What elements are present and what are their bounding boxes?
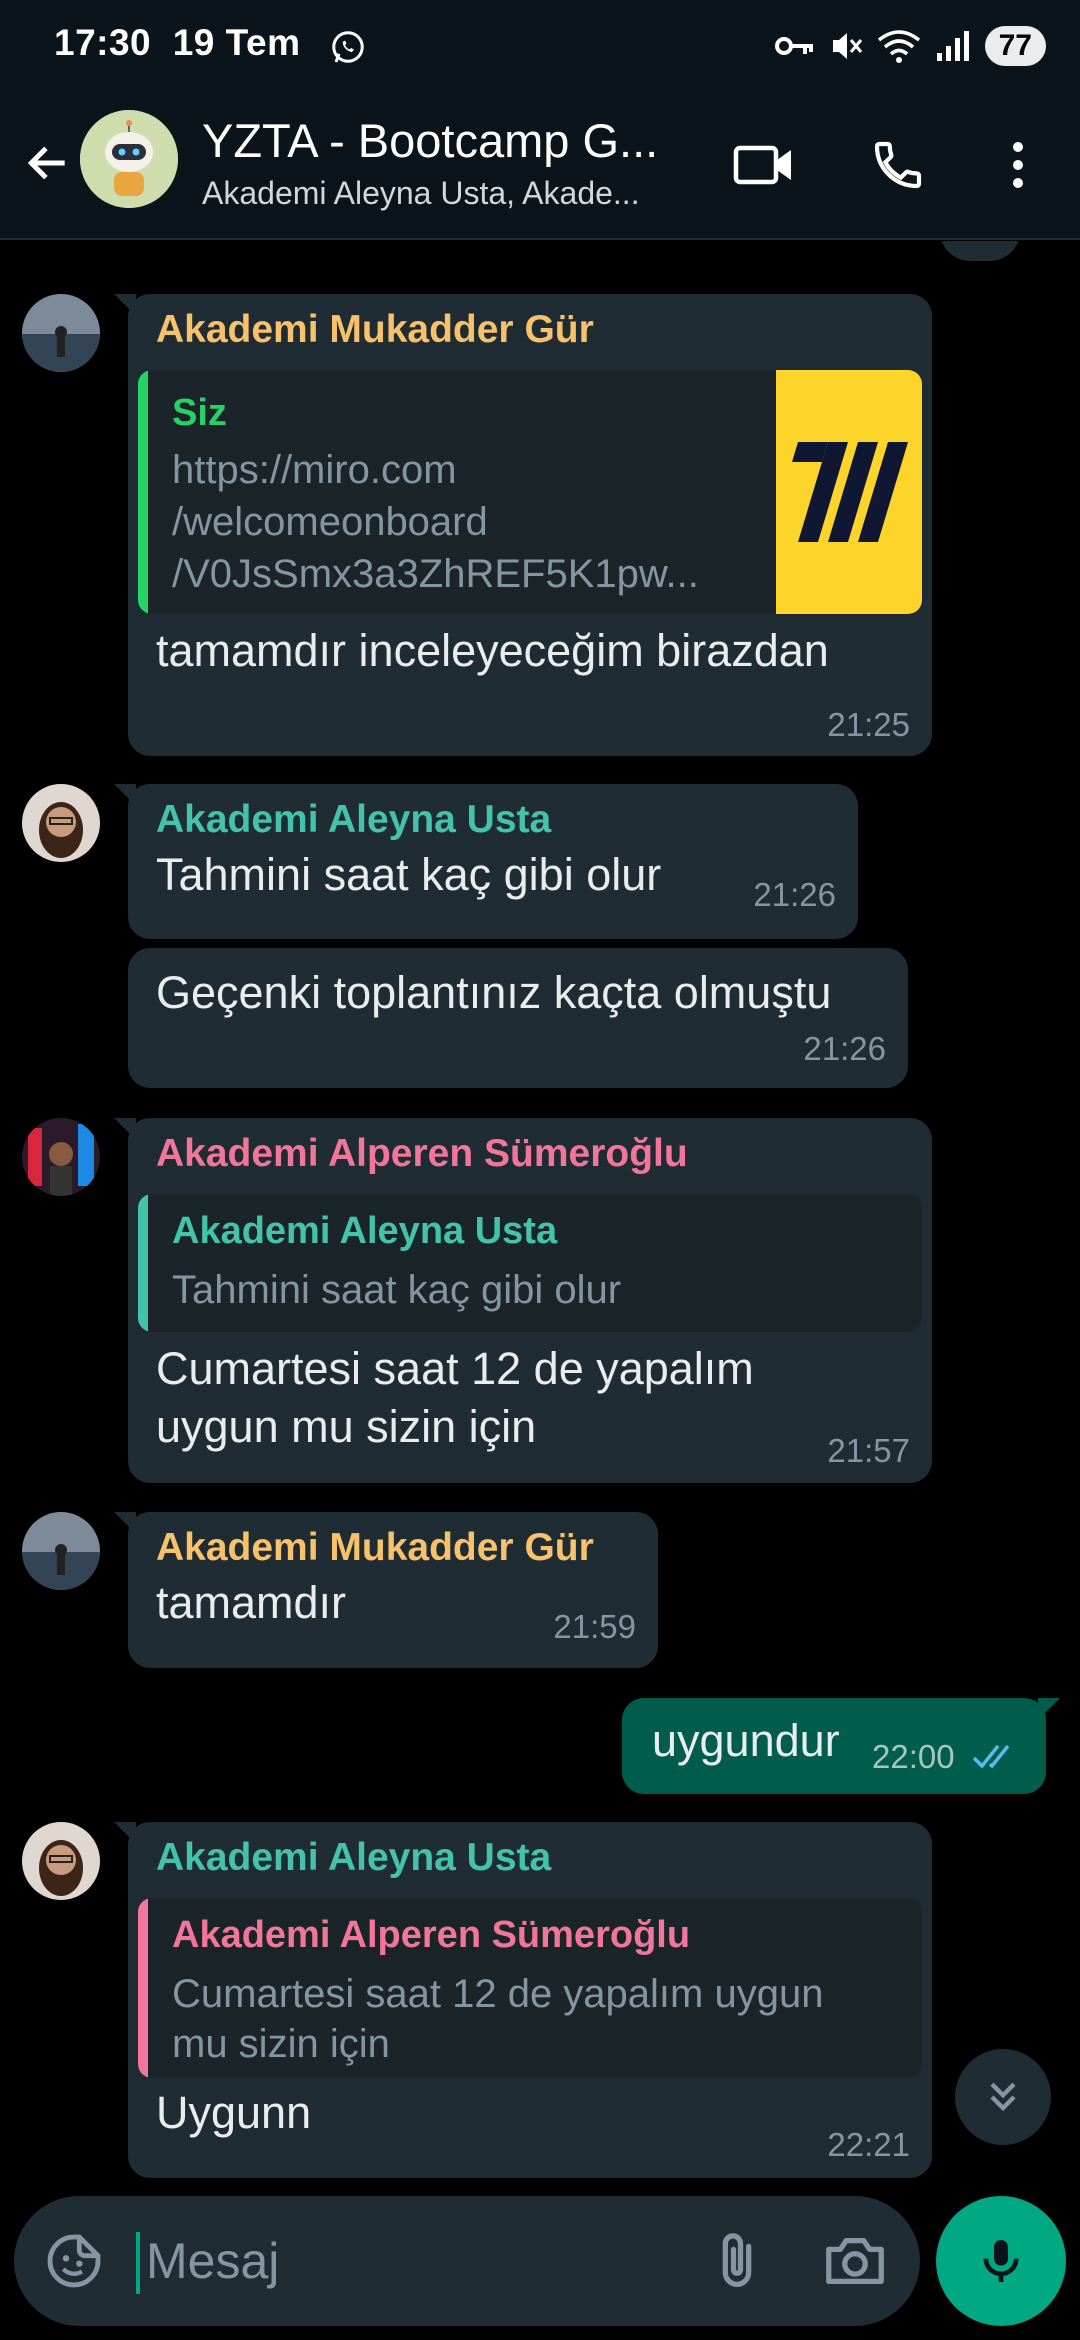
group-avatar[interactable] <box>80 110 178 208</box>
quote-text: mu sizin için <box>172 2022 390 2066</box>
message-list[interactable]: Akademi Mukadder Gür Siz https://miro.co… <box>0 241 1080 2191</box>
quote-link-line: /V0JsSmx3a3ZhREF5K1pw... <box>172 552 699 596</box>
message-text: Uygunn <box>156 2087 312 2138</box>
bubble-tail <box>114 294 136 316</box>
avatar-alperen[interactable] <box>22 1118 100 1196</box>
message-time: 21:59 <box>553 1608 636 1645</box>
sticker-button[interactable] <box>42 2229 106 2293</box>
message-text: Tahmini saat kaç gibi olur <box>156 849 662 900</box>
message-text: uygundur <box>652 1715 840 1766</box>
bubble-tail <box>114 1822 136 1844</box>
quote-text: Tahmini saat kaç gibi olur <box>172 1268 622 1312</box>
group-title[interactable]: YZTA - Bootcamp G... <box>202 113 702 168</box>
message-bubble[interactable]: Geçenki toplantınız kaçta olmuştu 21:26 <box>128 948 908 1088</box>
quote-link-line: https://miro.com <box>172 448 457 492</box>
status-time: 17:30 19 Tem <box>54 22 301 63</box>
bubble-tail <box>114 1118 136 1140</box>
quote-bar <box>138 1898 148 2078</box>
bubble-tail <box>114 1512 136 1534</box>
quoted-message[interactable]: Akademi Alperen Sümeroğlu Cumartesi saat… <box>138 1898 922 2078</box>
previous-message-fragment <box>940 241 1020 261</box>
signal-icon <box>936 31 969 61</box>
quote-link-line: /welcomeonboard <box>172 500 488 544</box>
profile-photo <box>22 784 100 862</box>
status-icons: 77 <box>774 22 1046 70</box>
chat-header: YZTA - Bootcamp G... Akademi Aleyna Usta… <box>0 95 1080 240</box>
message-text: Cumartesi saat 12 de yapalım <box>156 1343 754 1394</box>
video-call-icon <box>733 145 791 185</box>
profile-photo <box>22 1512 100 1590</box>
message-text: uygun mu sizin için <box>156 1401 537 1452</box>
sender-name: Akademi Alperen Sümeroğlu <box>156 1132 688 1175</box>
avatar-mukadder[interactable] <box>22 294 100 372</box>
message-text: Geçenki toplantınız kaçta olmuştu <box>156 967 832 1018</box>
voice-message-button[interactable] <box>936 2196 1066 2326</box>
message-text: tamamdır inceleyeceğim birazdan <box>156 625 829 676</box>
whatsapp-notification-icon <box>332 31 364 63</box>
sender-name: Akademi Mukadder Gür <box>156 308 594 351</box>
phone-icon <box>874 141 922 189</box>
double-chevron-down-icon <box>990 2082 1016 2112</box>
message-bubble[interactable]: Akademi Aleyna Usta Tahmini saat kaç gib… <box>114 784 858 939</box>
sender-name: Akademi Aleyna Usta <box>156 798 552 841</box>
quoted-message[interactable]: Siz https://miro.com /welcomeonboard /V0… <box>138 370 922 614</box>
miro-thumbnail <box>776 370 922 614</box>
message-time: 21:25 <box>827 706 910 743</box>
message-time: 21:26 <box>803 1030 886 1067</box>
bubble-tail <box>1038 1698 1060 1720</box>
avatar-mukadder[interactable] <box>22 1512 100 1590</box>
message-composer <box>14 2196 920 2326</box>
sender-name: Akademi Mukadder Gür <box>156 1526 594 1569</box>
back-button[interactable] <box>18 133 78 193</box>
message-input[interactable] <box>146 2226 686 2296</box>
scroll-to-bottom-button[interactable] <box>955 2049 1051 2145</box>
voice-call-button[interactable] <box>858 125 938 205</box>
more-vert-icon <box>1013 142 1023 188</box>
status-bar: 17:30 19 Tem 77 <box>0 0 1080 95</box>
bubble-tail <box>114 784 136 806</box>
avatar-aleyna[interactable] <box>22 1822 100 1900</box>
wifi-icon <box>877 30 920 63</box>
text-cursor <box>136 2232 140 2294</box>
quote-sender: Akademi Aleyna Usta <box>172 1210 558 1252</box>
video-call-button[interactable] <box>724 125 804 205</box>
paperclip-icon <box>722 2233 752 2287</box>
message-bubble[interactable]: Akademi Aleyna Usta Akademi Alperen Süme… <box>114 1822 932 2178</box>
avatar-aleyna[interactable] <box>22 784 100 862</box>
battery-indicator: 77 <box>984 26 1046 66</box>
attach-button[interactable] <box>702 2226 772 2296</box>
camera-button[interactable] <box>820 2226 890 2296</box>
profile-photo <box>22 1118 100 1196</box>
read-receipt-icon <box>972 1744 1010 1769</box>
quote-text: Cumartesi saat 12 de yapalım uygun <box>172 1972 824 2016</box>
sender-name: Akademi Aleyna Usta <box>156 1836 552 1879</box>
message-bubble[interactable]: Akademi Mukadder Gür Siz https://miro.co… <box>114 294 932 756</box>
camera-icon <box>826 2237 884 2285</box>
quoted-message[interactable]: Akademi Aleyna Usta Tahmini saat kaç gib… <box>138 1194 922 1332</box>
quote-bar <box>138 1194 148 1332</box>
message-time: 22:00 <box>872 1738 955 1775</box>
mute-icon <box>832 33 862 59</box>
message-time: 22:21 <box>827 2126 910 2163</box>
quote-bar <box>138 370 148 614</box>
mic-icon <box>983 2240 1019 2282</box>
back-arrow-icon <box>27 146 65 180</box>
message-bubble[interactable]: Akademi Alperen Sümeroğlu Akademi Aleyna… <box>114 1118 932 1483</box>
more-options-button[interactable] <box>978 125 1058 205</box>
message-bubble[interactable]: Akademi Mukadder Gür tamamdır 21:59 <box>114 1512 658 1668</box>
message-time: 21:57 <box>827 1432 910 1469</box>
profile-photo <box>22 294 100 372</box>
outgoing-message-bubble[interactable]: uygundur 22:00 <box>622 1698 1060 1794</box>
profile-photo <box>22 1822 100 1900</box>
quote-sender: Akademi Alperen Sümeroğlu <box>172 1914 691 1956</box>
message-time: 21:26 <box>753 876 836 913</box>
group-members[interactable]: Akademi Aleyna Usta, Akade... <box>202 175 672 212</box>
quote-sender: Siz <box>172 392 227 434</box>
sticker-icon <box>47 2234 101 2288</box>
robot-avatar-icon <box>80 110 178 208</box>
vpn-key-icon <box>774 37 813 55</box>
message-text: tamamdır <box>156 1577 347 1628</box>
miro-logo-icon <box>792 442 908 542</box>
